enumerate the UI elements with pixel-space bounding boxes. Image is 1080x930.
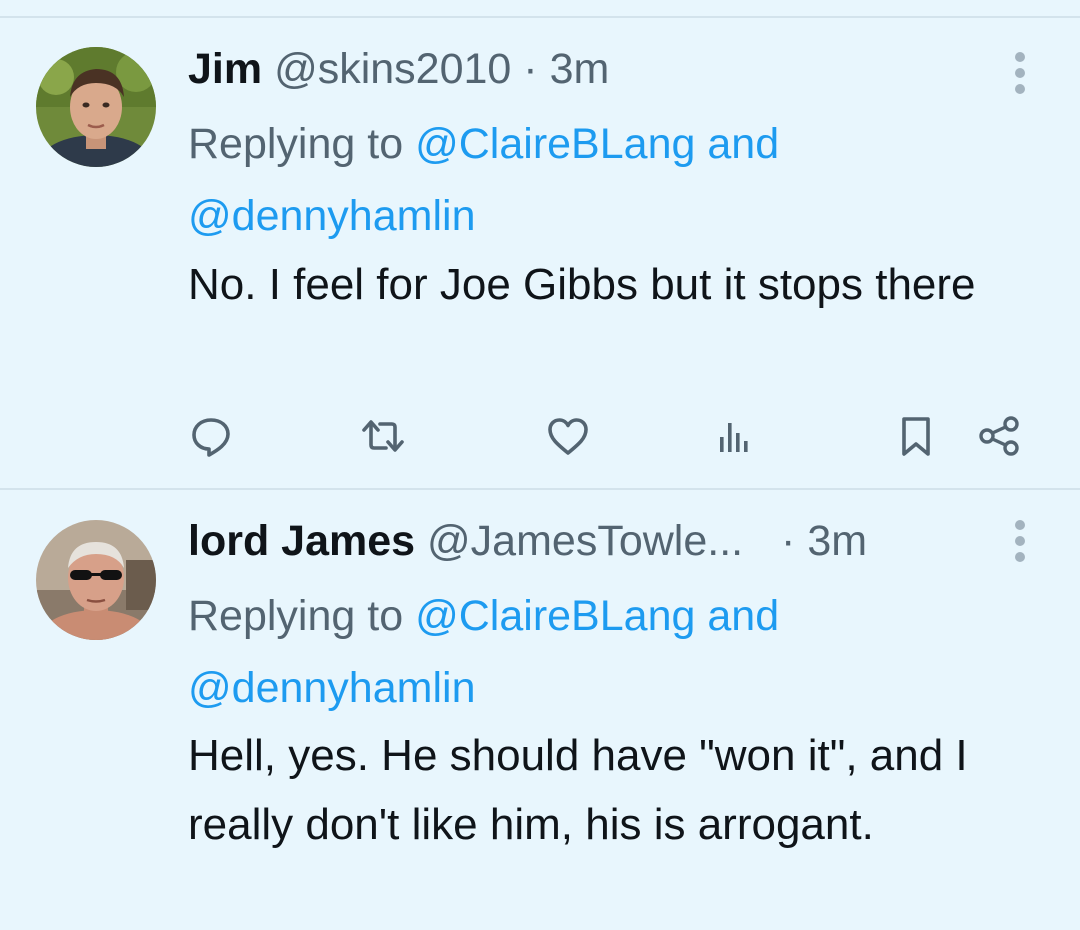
timestamp[interactable]: 3m <box>807 517 867 565</box>
more-options-icon[interactable] <box>1014 52 1026 96</box>
display-name[interactable]: lord James <box>188 517 415 565</box>
retweet-icon[interactable] <box>360 413 406 459</box>
mention-link[interactable]: @dennyhamlin <box>188 664 475 712</box>
views-icon[interactable] <box>712 413 758 459</box>
bookmark-icon[interactable] <box>893 413 939 459</box>
replying-to: Replying to @ClaireBLang and @dennyhamli… <box>188 108 988 252</box>
profile-photo-man-outdoors-icon <box>36 47 156 167</box>
avatar[interactable] <box>36 47 156 167</box>
more-options-icon[interactable] <box>1014 520 1026 564</box>
reply-icon[interactable] <box>188 413 234 459</box>
mention-link[interactable]: @ClaireBLang <box>415 120 695 168</box>
timestamp[interactable]: 3m <box>550 45 610 93</box>
tweet-text: Hell, yes. He should have "won it", and … <box>188 731 968 849</box>
replying-joiner[interactable]: and <box>707 120 779 168</box>
share-icon[interactable] <box>976 413 1022 459</box>
replying-prefix: Replying to <box>188 592 404 640</box>
action-bar <box>0 413 1080 463</box>
user-handle[interactable]: @JamesTowle... <box>427 517 743 565</box>
replying-to: Replying to @ClaireBLang and @dennyhamli… <box>188 580 988 724</box>
replying-prefix: Replying to <box>188 120 404 168</box>
tweet-header: Jim @skins2010 · 3m <box>188 44 609 94</box>
mention-link[interactable]: @dennyhamlin <box>188 192 475 240</box>
display-name[interactable]: Jim <box>188 45 262 93</box>
profile-photo-man-sunglasses-icon <box>36 520 156 640</box>
avatar[interactable] <box>36 520 156 640</box>
mention-link[interactable]: @ClaireBLang <box>415 592 695 640</box>
user-handle[interactable]: @skins2010 <box>274 45 511 93</box>
separator-dot: · <box>781 517 796 565</box>
tweet[interactable]: lord James @JamesTowle... · 3m Replying … <box>0 490 1080 930</box>
separator-dot: · <box>523 45 538 93</box>
replying-joiner[interactable]: and <box>707 592 779 640</box>
tweet[interactable]: Jim @skins2010 · 3m Replying to @ClaireB… <box>0 18 1080 488</box>
like-icon[interactable] <box>545 413 591 459</box>
tweet-header: lord James @JamesTowle... · 3m <box>188 516 867 566</box>
tweet-text: No. I feel for Joe Gibbs but it stops th… <box>188 260 976 309</box>
